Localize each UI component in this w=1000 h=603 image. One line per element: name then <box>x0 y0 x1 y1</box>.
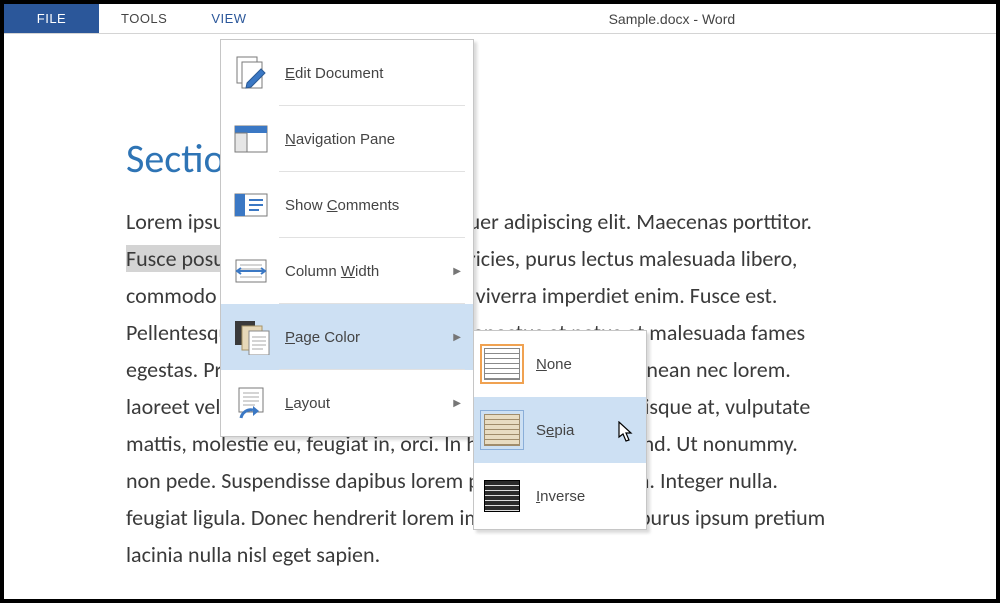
menubar: FILE TOOLS VIEW Sample.docx - Word <box>4 4 996 34</box>
menu-item-navigation-pane[interactable]: Navigation Pane <box>221 106 473 172</box>
show-comments-icon <box>231 185 271 225</box>
swatch-inverse-icon <box>484 480 520 512</box>
submenu-item-sepia[interactable]: Sepia <box>474 397 646 463</box>
submenu-item-inverse[interactable]: Inverse <box>474 463 646 529</box>
column-width-icon <box>231 251 271 291</box>
subheading-a: Subheading A <box>126 595 996 599</box>
menu-item-column-width[interactable]: Column Width ▶ <box>221 238 473 304</box>
submenu-arrow-icon: ▶ <box>453 332 461 343</box>
submenu-label: Inverse <box>536 488 585 505</box>
submenu-label: None <box>536 356 572 373</box>
menu-label: Edit Document <box>285 65 461 82</box>
page-color-icon <box>231 317 271 357</box>
file-tab[interactable]: FILE <box>4 4 99 33</box>
swatch-none-icon <box>484 348 520 380</box>
layout-icon <box>231 383 271 423</box>
navigation-pane-icon <box>231 119 271 159</box>
page-color-submenu: None Sepia Inverse <box>473 330 647 530</box>
menu-label: Page Color <box>285 329 453 346</box>
menu-label: Show Comments <box>285 197 461 214</box>
view-menu: Edit Document Navigation Pane <box>220 39 474 437</box>
submenu-label: Sepia <box>536 422 574 439</box>
tools-tab[interactable]: TOOLS <box>99 4 189 33</box>
submenu-arrow-icon: ▶ <box>453 398 461 409</box>
window-title: Sample.docx - Word <box>269 4 996 33</box>
submenu-arrow-icon: ▶ <box>453 266 461 277</box>
menu-item-edit-document[interactable]: Edit Document <box>221 40 473 106</box>
menu-label: Navigation Pane <box>285 131 461 148</box>
swatch-sepia-icon <box>484 414 520 446</box>
edit-document-icon <box>231 53 271 93</box>
submenu-item-none[interactable]: None <box>474 331 646 397</box>
view-tab[interactable]: VIEW <box>189 4 268 33</box>
menu-item-page-color[interactable]: Page Color ▶ <box>221 304 473 370</box>
menu-label: Layout <box>285 395 453 412</box>
menu-item-show-comments[interactable]: Show Comments <box>221 172 473 238</box>
menu-item-layout[interactable]: Layout ▶ <box>221 370 473 436</box>
menu-label: Column Width <box>285 263 453 280</box>
